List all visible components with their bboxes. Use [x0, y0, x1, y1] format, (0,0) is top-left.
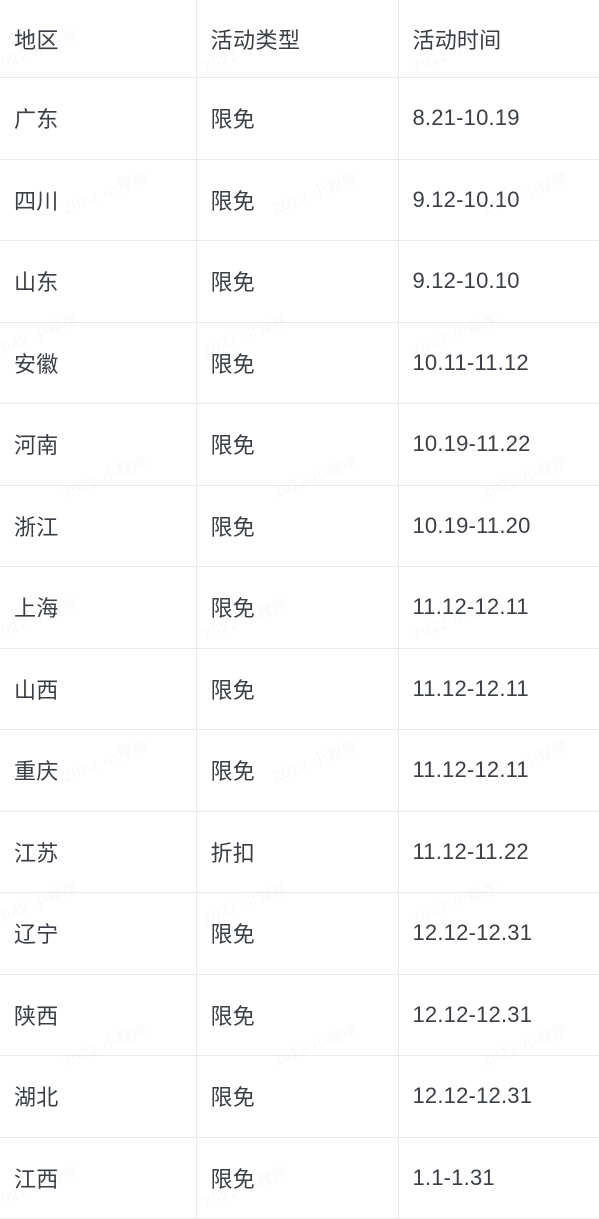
table-row: 重庆 限免 11.12-12.11: [0, 729, 599, 812]
cell-region: 四川: [0, 159, 197, 241]
cell-activity-type: 限免: [196, 1055, 399, 1138]
cell-activity-time: 1.1-1.31: [398, 1137, 599, 1219]
table-row: 四川 限免 9.12-10.10: [0, 159, 599, 241]
table-row: 河南 限免 10.19-11.22: [0, 403, 599, 486]
cell-activity-time: 11.12-12.11: [398, 648, 599, 730]
cell-activity-time: 10.19-11.20: [398, 485, 599, 567]
table-row: 江西 限免 1.1-1.31: [0, 1137, 599, 1219]
cell-activity-time: 12.12-12.31: [398, 892, 599, 975]
cell-region: 浙江: [0, 485, 197, 567]
cell-activity-time: 11.12-12.11: [398, 566, 599, 649]
cell-region: 湖北: [0, 1055, 197, 1138]
cell-activity-time: 10.11-11.12: [398, 322, 599, 404]
cell-region: 上海: [0, 566, 197, 649]
table-header: 地区 活动类型 活动时间: [0, 0, 599, 78]
cell-activity-type: 折扣: [196, 811, 399, 893]
column-header-activity-type: 活动类型: [196, 0, 399, 78]
table-row: 上海 限免 11.12-12.11: [0, 566, 599, 649]
table-row: 江苏 折扣 11.12-11.22: [0, 811, 599, 893]
table-body: 广东 限免 8.21-10.19 四川 限免 9.12-10.10 山东 限免 9.12-10.…: [0, 77, 599, 1219]
cell-activity-time: 11.12-11.22: [398, 811, 599, 893]
cell-activity-type: 限免: [196, 240, 399, 323]
cell-activity-time: 11.12-12.11: [398, 729, 599, 812]
cell-region: 河南: [0, 403, 197, 486]
cell-activity-type: 限免: [196, 77, 399, 160]
activity-schedule-table: 地区 活动类型 活动时间 广东 限免 8.21-10.19 四川 限免 9.12-10.1…: [0, 0, 599, 1219]
table-row: 辽宁 限免 12.12-12.31: [0, 892, 599, 975]
cell-activity-type: 限免: [196, 1137, 399, 1219]
cell-activity-type: 限免: [196, 974, 399, 1056]
table-row: 安徽 限免 10.11-11.12: [0, 322, 599, 404]
cell-region: 安徽: [0, 322, 197, 404]
column-header-region: 地区: [0, 0, 197, 78]
cell-activity-time: 8.21-10.19: [398, 77, 599, 160]
cell-activity-time: 9.12-10.10: [398, 240, 599, 323]
cell-activity-time: 12.12-12.31: [398, 1055, 599, 1138]
table-row: 山西 限免 11.12-12.11: [0, 648, 599, 730]
cell-activity-type: 限免: [196, 403, 399, 486]
cell-region: 山东: [0, 240, 197, 323]
table-row: 山东 限免 9.12-10.10: [0, 240, 599, 323]
table-header-row: 地区 活动类型 活动时间: [0, 0, 599, 78]
cell-region: 重庆: [0, 729, 197, 812]
table-row: 陕西 限免 12.12-12.31: [0, 974, 599, 1056]
cell-activity-type: 限免: [196, 485, 399, 567]
cell-region: 江苏: [0, 811, 197, 893]
table-row: 湖北 限免 12.12-12.31: [0, 1055, 599, 1138]
cell-activity-type: 限免: [196, 322, 399, 404]
cell-activity-type: 限免: [196, 892, 399, 975]
cell-activity-time: 12.12-12.31: [398, 974, 599, 1056]
cell-region: 广东: [0, 77, 197, 160]
cell-region: 辽宁: [0, 892, 197, 975]
cell-activity-type: 限免: [196, 159, 399, 241]
cell-activity-type: 限免: [196, 566, 399, 649]
table-row: 广东 限免 8.21-10.19: [0, 77, 599, 160]
cell-region: 江西: [0, 1137, 197, 1219]
table-row: 浙江 限免 10.19-11.20: [0, 485, 599, 567]
column-header-activity-time: 活动时间: [398, 0, 599, 78]
cell-region: 山西: [0, 648, 197, 730]
cell-region: 陕西: [0, 974, 197, 1056]
cell-activity-time: 9.12-10.10: [398, 159, 599, 241]
cell-activity-type: 限免: [196, 729, 399, 812]
cell-activity-time: 10.19-11.22: [398, 403, 599, 486]
cell-activity-type: 限免: [196, 648, 399, 730]
